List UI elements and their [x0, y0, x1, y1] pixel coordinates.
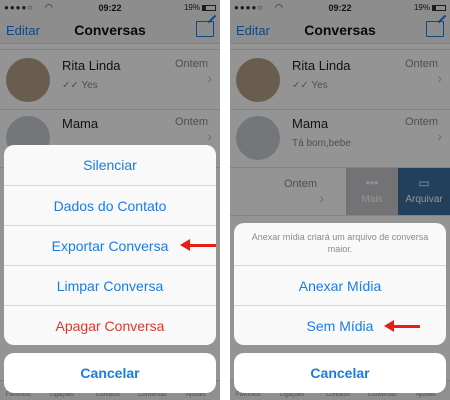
red-arrow-annotation — [180, 239, 216, 251]
alert-message: Anexar mídia criará um arquivo de conver… — [251, 232, 429, 254]
delete-chat-button[interactable]: Apagar Conversa — [4, 305, 216, 345]
phone-screen-right: ●●●●○ ◠ 09:22 19% Editar Conversas Rita … — [230, 0, 450, 400]
screenshot-composite: ●●●●○ ◠ 09:22 19% Editar Conversas Rita … — [0, 0, 450, 400]
attach-media-button[interactable]: Anexar Mídia — [234, 265, 446, 305]
phone-screen-left: ●●●●○ ◠ 09:22 19% Editar Conversas Rita … — [0, 0, 220, 400]
mute-button[interactable]: Silenciar — [4, 145, 216, 185]
contact-info-button[interactable]: Dados do Contato — [4, 185, 216, 225]
red-arrow-annotation — [384, 320, 420, 332]
cancel-button[interactable]: Cancelar — [234, 353, 446, 393]
cancel-button[interactable]: Cancelar — [4, 353, 216, 393]
clear-chat-button[interactable]: Limpar Conversa — [4, 265, 216, 305]
